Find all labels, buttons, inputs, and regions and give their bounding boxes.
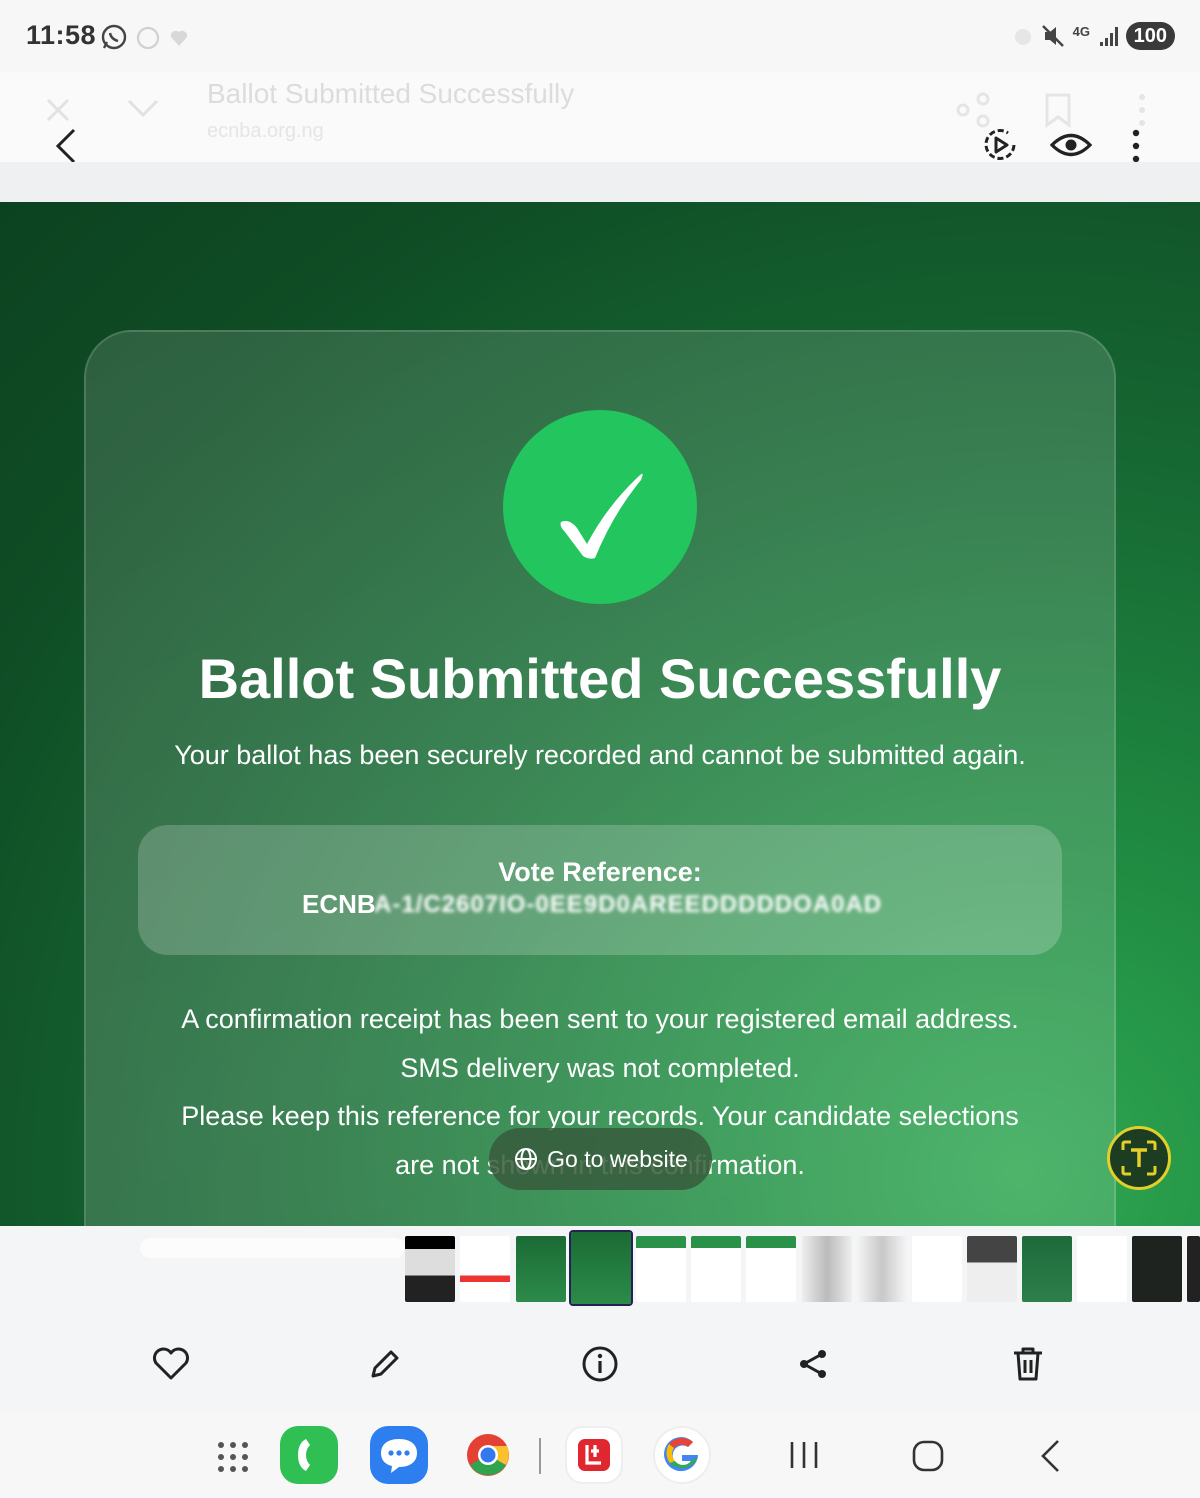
thumbnail[interactable]: [1022, 1236, 1072, 1302]
trash-icon: [1014, 1347, 1042, 1381]
thumbnail-scrubber[interactable]: [140, 1238, 405, 1258]
text-extract-icon: [1121, 1140, 1157, 1176]
thumbnail[interactable]: [802, 1236, 852, 1302]
red-app-icon[interactable]: [565, 1426, 623, 1484]
thumbnail-strip[interactable]: [0, 1226, 1200, 1314]
edit-button[interactable]: [363, 1342, 407, 1386]
chat-bubble-icon: [381, 1439, 417, 1473]
share-icon: [800, 1350, 826, 1378]
heart-icon: [153, 1347, 189, 1380]
thumbnail[interactable]: [636, 1236, 686, 1302]
confirmation-text-line-2: SMS delivery was not completed.: [400, 1053, 800, 1083]
chevron-left-icon[interactable]: [52, 126, 82, 166]
delete-button[interactable]: [1006, 1342, 1050, 1386]
info-button[interactable]: [578, 1342, 622, 1386]
motion-photo-icon[interactable]: [980, 125, 1020, 165]
thumbnail[interactable]: [1187, 1236, 1200, 1302]
info-icon: [582, 1346, 618, 1382]
eye-icon[interactable]: [1050, 128, 1092, 162]
phone-icon: [298, 1439, 310, 1471]
thumbnail[interactable]: [1077, 1236, 1127, 1302]
thumbnail[interactable]: [857, 1236, 907, 1302]
vote-reference-label: Vote Reference:: [498, 857, 702, 887]
vote-reference-prefix: ECNB: [302, 889, 376, 919]
pencil-icon: [371, 1350, 399, 1378]
signal-icon: [1100, 27, 1118, 46]
thumbnail[interactable]: [691, 1236, 741, 1302]
red-app-glyph-icon: [578, 1439, 610, 1471]
ghost-close-icon: [46, 98, 70, 122]
ghost-bookmark-icon: [1045, 93, 1071, 128]
heart-notification-icon: [170, 30, 188, 46]
thumbnail[interactable]: [516, 1236, 566, 1302]
battery-level: 100: [1125, 22, 1175, 50]
thumbnail[interactable]: [1132, 1236, 1182, 1302]
whatsapp-icon: [101, 24, 127, 50]
navigation-bar: [0, 1412, 1200, 1498]
clock: 11:58: [26, 20, 97, 50]
success-check-icon: [503, 410, 697, 604]
confirmation-text-line-1: A confirmation receipt has been sent to …: [181, 1004, 1019, 1034]
google-icon: [664, 1437, 698, 1472]
ghost-page-url: ecnba.org.ng: [207, 120, 324, 142]
alarm-faded-icon: [1015, 29, 1031, 45]
ballot-confirmation-page: Ballot Submitted Successfully Your ballo…: [0, 202, 1200, 1226]
thumbnail-current[interactable]: [569, 1230, 633, 1306]
thumbnail[interactable]: [405, 1236, 455, 1302]
vote-reference-box: Vote Reference: ECNB A-1/C2607IO-0EE9D0A…: [138, 825, 1062, 955]
thumbnail[interactable]: [746, 1236, 796, 1302]
thumbnail[interactable]: [967, 1236, 1017, 1302]
ghost-share-icon: [956, 92, 990, 128]
back-icon[interactable]: [1038, 1438, 1064, 1474]
ghost-page-title: Ballot Submitted Successfully: [207, 78, 575, 109]
page-title: Ballot Submitted Successfully: [198, 647, 1002, 710]
whatsapp-faded-icon: [136, 26, 160, 50]
vote-reference-value: ECNB A-1/C2607IO-0EE9D0AREEDDDDDOA0AD: [302, 889, 881, 920]
viewer-top-bar: [0, 72, 1200, 162]
more-vert-icon[interactable]: [1130, 128, 1142, 164]
phone-app-icon[interactable]: [280, 1426, 338, 1484]
app-drawer-icon[interactable]: [216, 1440, 250, 1474]
text-extract-button[interactable]: [1107, 1126, 1171, 1190]
go-to-website-label: Go to website: [547, 1145, 688, 1172]
page-subtitle: Your ballot has been securely recorded a…: [174, 740, 1026, 770]
favorite-button[interactable]: [149, 1342, 193, 1386]
recents-icon[interactable]: [787, 1438, 821, 1472]
vote-reference-obscured: A-1/C2607IO-0EE9D0AREEDDDDDOA0AD: [374, 891, 883, 918]
viewer-action-bar: [0, 1314, 1200, 1412]
network-type: 4G: [1072, 24, 1090, 39]
chrome-icon: [467, 1434, 509, 1476]
ghost-more-icon: [1139, 94, 1145, 126]
dock-divider: [539, 1438, 541, 1474]
thumbnail[interactable]: [912, 1236, 962, 1302]
status-bar: 11:58 4G 100: [0, 0, 1200, 72]
mute-icon: [1042, 25, 1064, 47]
ghost-chevron-down-icon: [127, 99, 159, 118]
chrome-app-icon[interactable]: [459, 1426, 517, 1484]
messages-app-icon[interactable]: [370, 1426, 428, 1484]
globe-icon: [515, 1148, 538, 1170]
home-icon[interactable]: [910, 1438, 946, 1474]
go-to-website-button[interactable]: Go to website: [489, 1128, 712, 1190]
viewer-separator: [0, 162, 1200, 202]
thumbnail[interactable]: [460, 1236, 510, 1302]
share-button[interactable]: [791, 1342, 835, 1386]
google-app-icon[interactable]: [653, 1426, 711, 1484]
